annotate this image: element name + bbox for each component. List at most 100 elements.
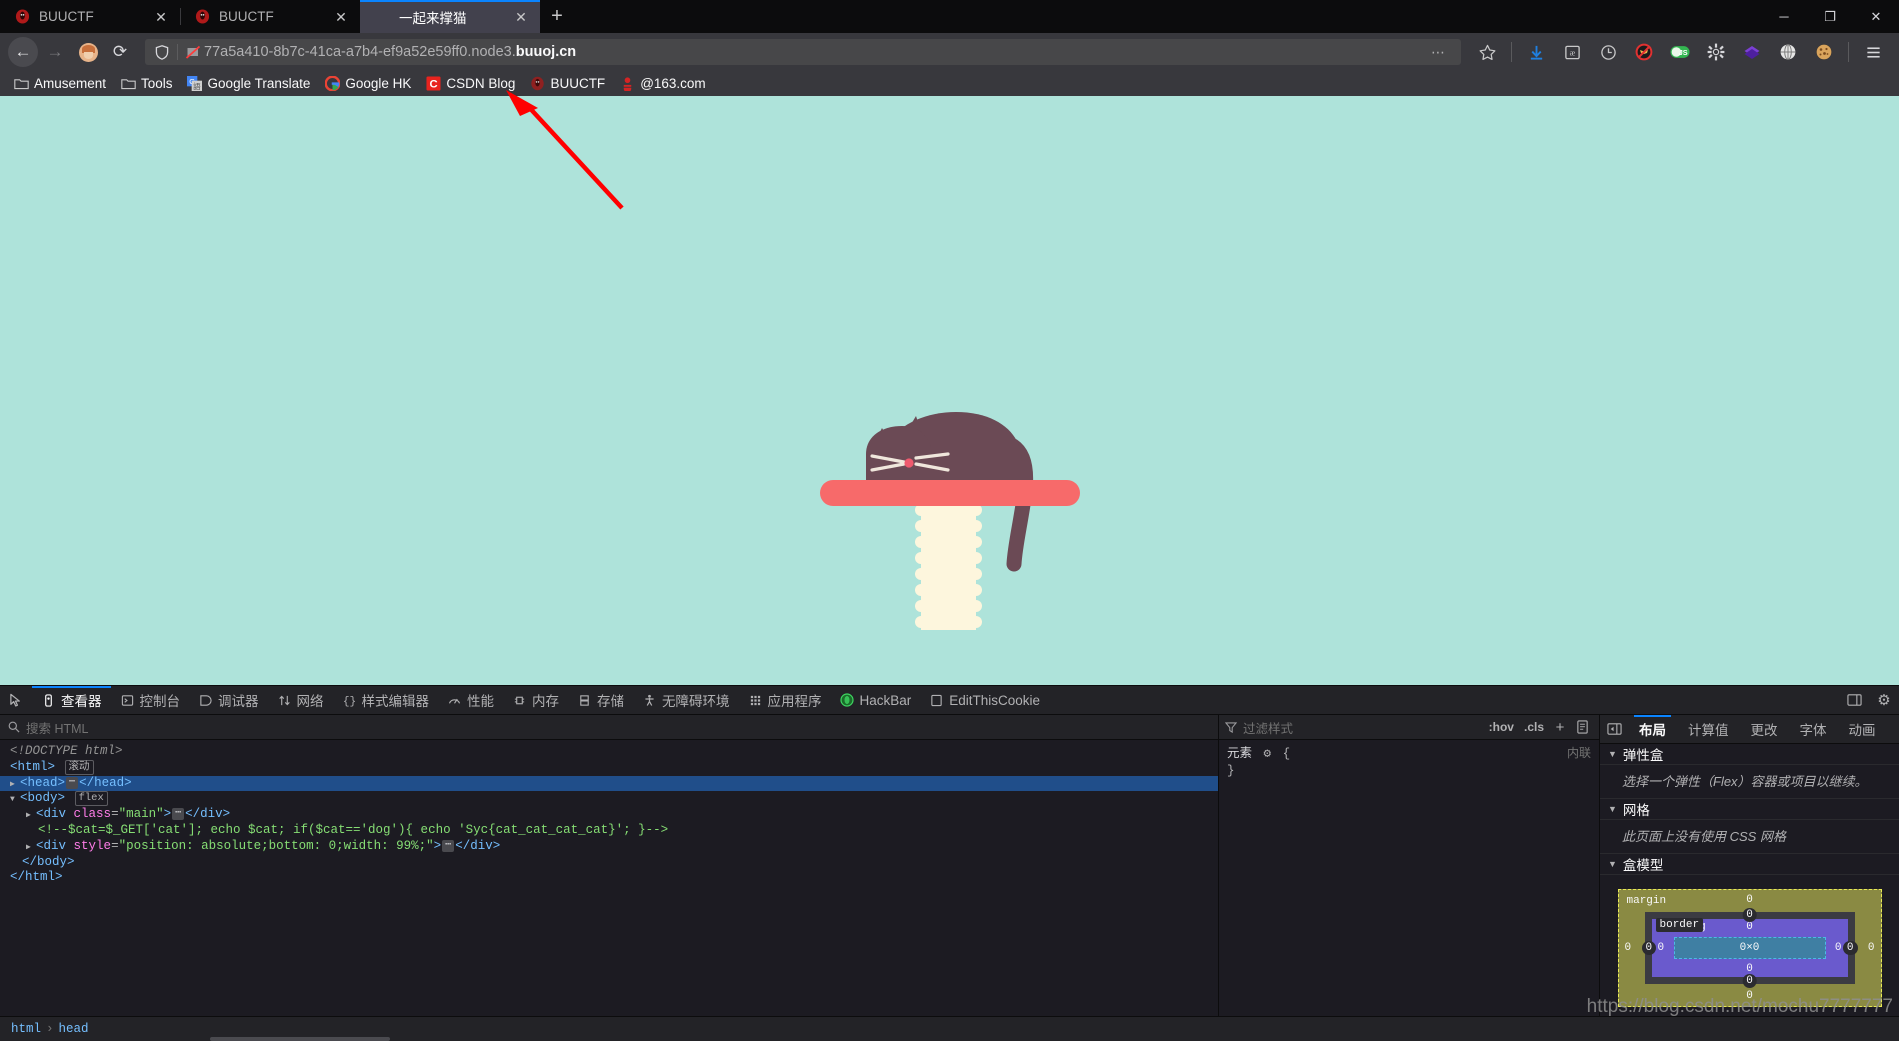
breadcrumb-item-head[interactable]: head [56, 1022, 92, 1036]
expand-twisty-icon[interactable]: ▶ [10, 777, 20, 793]
browser-tab-3[interactable]: 一起来撑猫 ✕ [360, 0, 540, 33]
layout-tab-animations[interactable]: 动画 [1838, 715, 1887, 743]
dock-icon[interactable] [1839, 686, 1869, 714]
hamburger-menu-icon[interactable] [1858, 37, 1888, 67]
bookmark-item-buuctf[interactable]: BUUCTF [522, 74, 612, 94]
bookmark-item-csdn-blog[interactable]: C CSDN Blog [418, 74, 522, 94]
bookmark-item-tools[interactable]: Tools [113, 74, 180, 94]
boxmodel-section-header[interactable]: ▼ 盒模型 [1600, 854, 1899, 875]
tab-close-button[interactable]: ✕ [152, 8, 170, 26]
browser-tab-2[interactable]: BUUCTF ✕ [180, 0, 360, 33]
devtools-tab-console[interactable]: 控制台 [111, 686, 190, 714]
bookmark-item-google-translate[interactable]: G語 Google Translate [180, 74, 318, 94]
markup-line-div-absolute[interactable]: ▶ <div style="position: absolute;bottom: … [0, 839, 1218, 855]
markup-line-body-open[interactable]: ▼ <body> flex [0, 791, 1218, 807]
box-content[interactable]: 0×0 [1673, 937, 1826, 959]
markup-line-div-main[interactable]: ▶ <div class="main"> ⋯ </div> [0, 807, 1218, 823]
bookmark-item-163[interactable]: @163.com [612, 74, 712, 94]
js-toggle-icon[interactable]: JS [1665, 37, 1695, 67]
layout-tab-computed[interactable]: 计算值 [1677, 715, 1740, 743]
maximize-button[interactable]: ❐ [1807, 0, 1853, 33]
collapsed-children-icon[interactable]: ⋯ [442, 839, 455, 852]
rule-gear-icon[interactable]: ⚙ [1260, 747, 1276, 761]
element-picker-icon[interactable] [0, 686, 32, 714]
expand-pane-icon[interactable] [1600, 715, 1628, 743]
markup-line-head[interactable]: ▶ <head> ⋯ </head> [0, 775, 1218, 793]
box-border[interactable]: border 0 0 0 0 padding 0 0 0 0 [1641, 908, 1858, 988]
close-window-button[interactable]: ✕ [1853, 0, 1899, 33]
flexbox-section-header[interactable]: ▼ 弹性盒 [1600, 744, 1899, 765]
devtools-tab-network[interactable]: 网络 [268, 686, 333, 714]
devtools-tab-hackbar[interactable]: HackBar [831, 686, 921, 714]
cookie-icon[interactable] [1809, 37, 1839, 67]
markup-view[interactable]: <!DOCTYPE html> <html> 滚动 ▶ <head> ⋯ </head… [0, 740, 1218, 1016]
devtools-tab-inspector[interactable]: 查看器 [32, 686, 111, 714]
collapsed-children-icon[interactable]: ⋯ [172, 808, 185, 821]
markup-line-comment[interactable]: <!--$cat=$_GET['cat']; echo $cat; if($ca… [0, 823, 1218, 839]
expand-twisty-icon[interactable]: ▶ [26, 808, 36, 824]
margin-left-value[interactable]: 0 [1625, 942, 1632, 954]
element-rule-line[interactable]: 内联 元素 ⚙ { [1227, 746, 1591, 763]
back-button[interactable]: ← [8, 37, 38, 67]
border-top-value[interactable]: 0 [1742, 908, 1757, 922]
tab-close-button[interactable]: ✕ [512, 8, 530, 26]
layout-tab-changes[interactable]: 更改 [1740, 715, 1789, 743]
grid-section-header[interactable]: ▼ 网格 [1600, 799, 1899, 820]
bookmark-star-icon[interactable] [1472, 37, 1502, 67]
filter-styles-input[interactable]: 过滤样式 [1225, 718, 1484, 737]
print-styles-icon[interactable] [1571, 720, 1593, 734]
add-rule-icon[interactable]: + [1549, 719, 1571, 736]
devtools-tab-performance[interactable]: 性能 [438, 686, 503, 714]
purple-diamond-icon[interactable] [1737, 37, 1767, 67]
bookmark-item-amusement[interactable]: Amusement [6, 74, 113, 94]
page-actions-icon[interactable]: ⋯ [1423, 44, 1455, 61]
new-tab-button[interactable]: + [540, 0, 574, 33]
layout-tab-fonts[interactable]: 字体 [1789, 715, 1838, 743]
padding-right-value[interactable]: 0 [1835, 942, 1842, 954]
noscript-icon[interactable] [1629, 37, 1659, 67]
url-bar[interactable]: 77a5a410-8b7c-41ca-a7b4-ef9a52e59ff0.nod… [145, 39, 1461, 65]
tracking-shield-icon[interactable] [151, 44, 173, 60]
style-attr-value[interactable]: "position: absolute;bottom: 0;width: 99%… [119, 839, 434, 853]
download-icon[interactable] [1521, 37, 1551, 67]
margin-right-value[interactable]: 0 [1868, 942, 1875, 954]
globe-icon[interactable] [1773, 37, 1803, 67]
collapse-twisty-icon[interactable]: ▼ [10, 792, 20, 808]
gear-icon[interactable] [1701, 37, 1731, 67]
minimize-button[interactable]: ─ [1761, 0, 1807, 33]
layout-tab-layout[interactable]: 布局 [1628, 715, 1677, 743]
reload-button[interactable]: ⟳ [105, 37, 135, 67]
expand-twisty-icon[interactable]: ▶ [26, 840, 36, 856]
bookmark-item-google-hk[interactable]: Google HK [317, 74, 418, 94]
devtools-tab-memory[interactable]: 内存 [503, 686, 568, 714]
devtools-tab-debugger[interactable]: 调试器 [189, 686, 268, 714]
hov-button[interactable]: :hov [1484, 720, 1519, 734]
avatar[interactable] [79, 42, 98, 62]
devtools-tab-storage[interactable]: 存储 [568, 686, 633, 714]
breadcrumb-item-html[interactable]: html [8, 1022, 44, 1036]
insecure-connection-icon[interactable] [182, 45, 204, 60]
browser-tab-1[interactable]: BUUCTF ✕ [0, 0, 180, 33]
box-margin[interactable]: margin 0 0 0 0 border 0 0 0 0 paddin [1617, 889, 1882, 1007]
border-bottom-value[interactable]: 0 [1742, 974, 1757, 988]
padding-top-value[interactable]: 0 [1746, 921, 1753, 933]
horizontal-scrollbar[interactable] [210, 1037, 390, 1041]
more-options-icon[interactable]: ⚙ [1869, 686, 1899, 714]
rules-content[interactable]: 内联 元素 ⚙ { } [1219, 740, 1599, 1016]
devtools-tab-style-editor[interactable]: {} 样式编辑器 [333, 686, 439, 714]
devtools-tab-accessibility[interactable]: 无障碍环境 [633, 686, 739, 714]
class-attr-value[interactable]: "main" [119, 807, 164, 821]
cls-button[interactable]: .cls [1519, 720, 1549, 734]
url-text[interactable]: 77a5a410-8b7c-41ca-a7b4-ef9a52e59ff0.nod… [204, 44, 1423, 60]
markup-line-html-open[interactable]: <html> 滚动 [0, 759, 1218, 776]
flex-badge[interactable]: flex [74, 791, 108, 807]
devtools-tab-application[interactable]: 应用程序 [739, 686, 831, 714]
tab-close-button[interactable]: ✕ [332, 8, 350, 26]
forward-button[interactable]: → [40, 37, 70, 67]
margin-top-value[interactable]: 0 [1746, 894, 1753, 906]
history-clock-icon[interactable] [1593, 37, 1623, 67]
devtools-tab-editthiscookie[interactable]: EditThisCookie [920, 686, 1049, 714]
border-left-value[interactable]: 0 [1641, 941, 1657, 955]
padding-left-value[interactable]: 0 [1658, 942, 1665, 954]
pocket-icon[interactable]: æ [1557, 37, 1587, 67]
